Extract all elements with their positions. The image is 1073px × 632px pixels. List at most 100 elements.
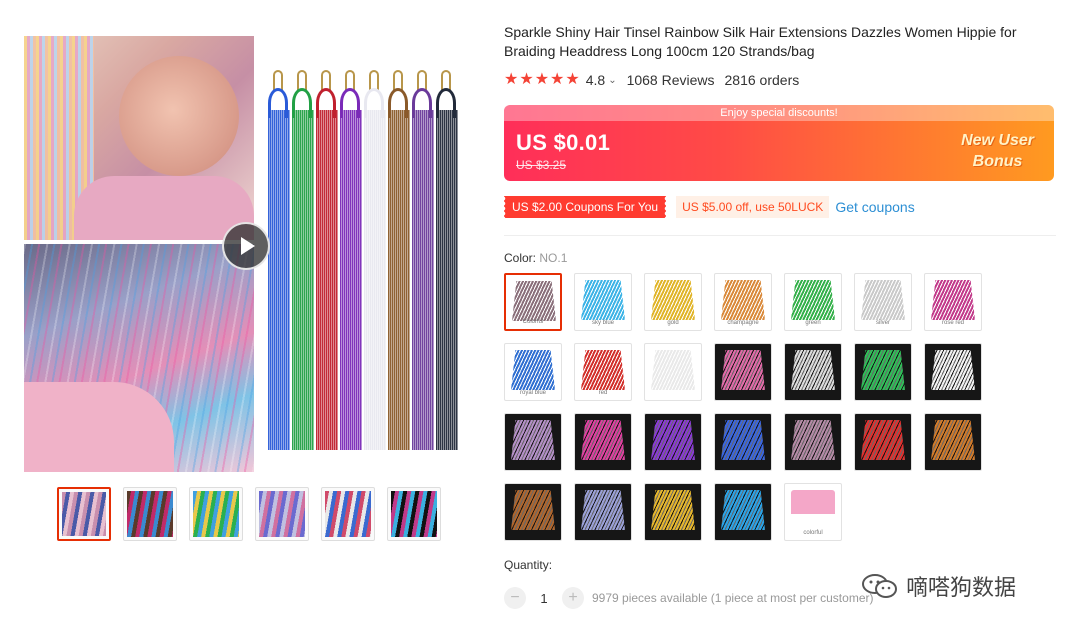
rating-value[interactable]: 4.8 [586, 72, 605, 88]
swatch-image [721, 490, 765, 530]
tinsel-strand [316, 70, 338, 450]
gallery-thumb-6[interactable] [387, 487, 441, 541]
promo-strip: Enjoy special discounts! [504, 105, 1054, 121]
color-swatch-sample-card[interactable]: colorful [784, 483, 842, 541]
color-swatch-gold-dark[interactable] [644, 483, 702, 541]
color-swatch-green-dark[interactable] [854, 343, 912, 401]
color-swatch-red-dark[interactable] [854, 413, 912, 471]
swatch-image [791, 420, 835, 460]
color-swatch-rose-red[interactable]: rose red [924, 273, 982, 331]
gallery-thumb-5[interactable] [321, 487, 375, 541]
color-swatch-holo-dark[interactable] [504, 413, 562, 471]
watermark: 嘀嗒狗数据 [860, 570, 1016, 602]
swatch-image [651, 490, 695, 530]
play-icon [241, 237, 255, 255]
tinsel-strand [340, 70, 362, 450]
quantity-stepper: − 1 + 9979 pieces available (1 piece at … [504, 587, 873, 609]
color-swatch-blue-dark[interactable] [714, 413, 772, 471]
swatch-caption: red [598, 390, 608, 396]
swatch-image [512, 281, 556, 321]
color-swatch-green[interactable]: green [784, 273, 842, 331]
new-user-bonus[interactable]: New User Bonus [961, 130, 1034, 172]
swatch-image [931, 420, 975, 460]
swatch-image [651, 280, 695, 320]
swatch-image [581, 280, 625, 320]
star-icon: ★ [565, 71, 580, 88]
rating-row: ★ ★ ★ ★ ★ 4.8 ⌄ 1068 Reviews 2816 orders [504, 72, 799, 89]
star-icon: ★ [550, 71, 565, 88]
star-icon: ★ [504, 71, 519, 88]
color-swatch-sky-blue[interactable]: sky blue [574, 273, 632, 331]
star-icon: ★ [534, 71, 550, 88]
swatch-image [931, 280, 975, 320]
color-swatch-lavender-dark[interactable] [574, 483, 632, 541]
swatch-caption: silver [875, 320, 890, 326]
swatch-caption: royal blue [519, 390, 546, 396]
rating-stars: ★ ★ ★ ★ ★ [504, 72, 580, 88]
swatch-image [931, 350, 975, 390]
gallery-thumb-1[interactable] [57, 487, 111, 541]
color-swatch-white-dark[interactable] [924, 343, 982, 401]
color-swatch-silver[interactable]: silver [854, 273, 912, 331]
video-play-button[interactable] [222, 222, 270, 270]
tinsel-strand [364, 70, 386, 450]
swatch-caption: sky blue [591, 320, 614, 326]
color-swatch-gold[interactable]: gold [644, 273, 702, 331]
model-photo-top [24, 36, 254, 240]
swatch-image [721, 420, 765, 460]
color-swatch-pink-dark[interactable] [714, 343, 772, 401]
chevron-down-icon[interactable]: ⌄ [608, 75, 616, 86]
gallery-thumb-3[interactable] [189, 487, 243, 541]
swatch-image [791, 280, 835, 320]
swatch-image [721, 350, 765, 390]
promo-code-coupon[interactable]: US $5.00 off, use 50LUCK [676, 196, 830, 218]
color-swatch-champagne[interactable]: champagne [714, 273, 772, 331]
stock-available: 9979 pieces available (1 piece at most p… [592, 591, 874, 605]
swatch-image [791, 490, 835, 530]
price-banner: Enjoy special discounts! US $0.01 US $3.… [504, 105, 1054, 181]
color-swatch-purple-dark[interactable] [644, 413, 702, 471]
quantity-label: Quantity: [504, 558, 553, 572]
color-swatch-colorful[interactable]: Colorful [504, 273, 562, 331]
color-swatch-royal-blue[interactable]: royal blue [504, 343, 562, 401]
tinsel-strand [388, 70, 410, 450]
coupon-row: US $2.00 Coupons For You US $5.00 off, u… [502, 196, 915, 218]
current-price: US $0.01 [516, 130, 611, 155]
gallery-thumb-4[interactable] [255, 487, 309, 541]
swatch-caption: colorful [803, 530, 823, 536]
get-coupons-link[interactable]: Get coupons [835, 199, 914, 215]
store-coupon[interactable]: US $2.00 Coupons For You [502, 196, 667, 218]
quantity-increase-button[interactable]: + [562, 587, 584, 609]
swatch-image [581, 420, 625, 460]
product-main-image[interactable] [24, 36, 466, 472]
color-swatch-red[interactable]: red [574, 343, 632, 401]
quantity-decrease-button[interactable]: − [504, 587, 526, 609]
star-icon: ★ [519, 71, 534, 88]
reviews-count[interactable]: 1068 Reviews [627, 72, 715, 88]
gallery-thumb-2[interactable] [123, 487, 177, 541]
swatch-caption: rose red [941, 320, 964, 326]
color-swatch-cyan-dark[interactable] [714, 483, 772, 541]
color-swatch-mauve-dark[interactable] [784, 413, 842, 471]
color-swatch-bronze-dark[interactable] [504, 483, 562, 541]
color-swatch-silver-dark[interactable] [784, 343, 842, 401]
color-swatches: Colorful sky blue gold champagne green silver… [504, 273, 1004, 541]
original-price: US $3.25 [516, 158, 567, 172]
swatch-image [651, 420, 695, 460]
swatch-image [721, 280, 765, 320]
color-swatch-copper-dark[interactable] [924, 413, 982, 471]
color-swatch-white[interactable] [644, 343, 702, 401]
thumbnail-strip [57, 487, 441, 541]
wechat-icon [862, 574, 897, 598]
swatch-caption: green [805, 320, 821, 326]
tinsel-strand [292, 70, 314, 450]
swatch-image [511, 490, 555, 530]
bonus-line-1: New User [961, 132, 1034, 149]
swatch-image [861, 350, 905, 390]
tinsel-strand [436, 70, 458, 450]
quantity-value[interactable]: 1 [526, 591, 562, 606]
swatch-image [861, 420, 905, 460]
swatch-caption: champagne [727, 320, 759, 326]
color-swatch-magenta-dark[interactable] [574, 413, 632, 471]
tinsel-strand [268, 70, 290, 450]
